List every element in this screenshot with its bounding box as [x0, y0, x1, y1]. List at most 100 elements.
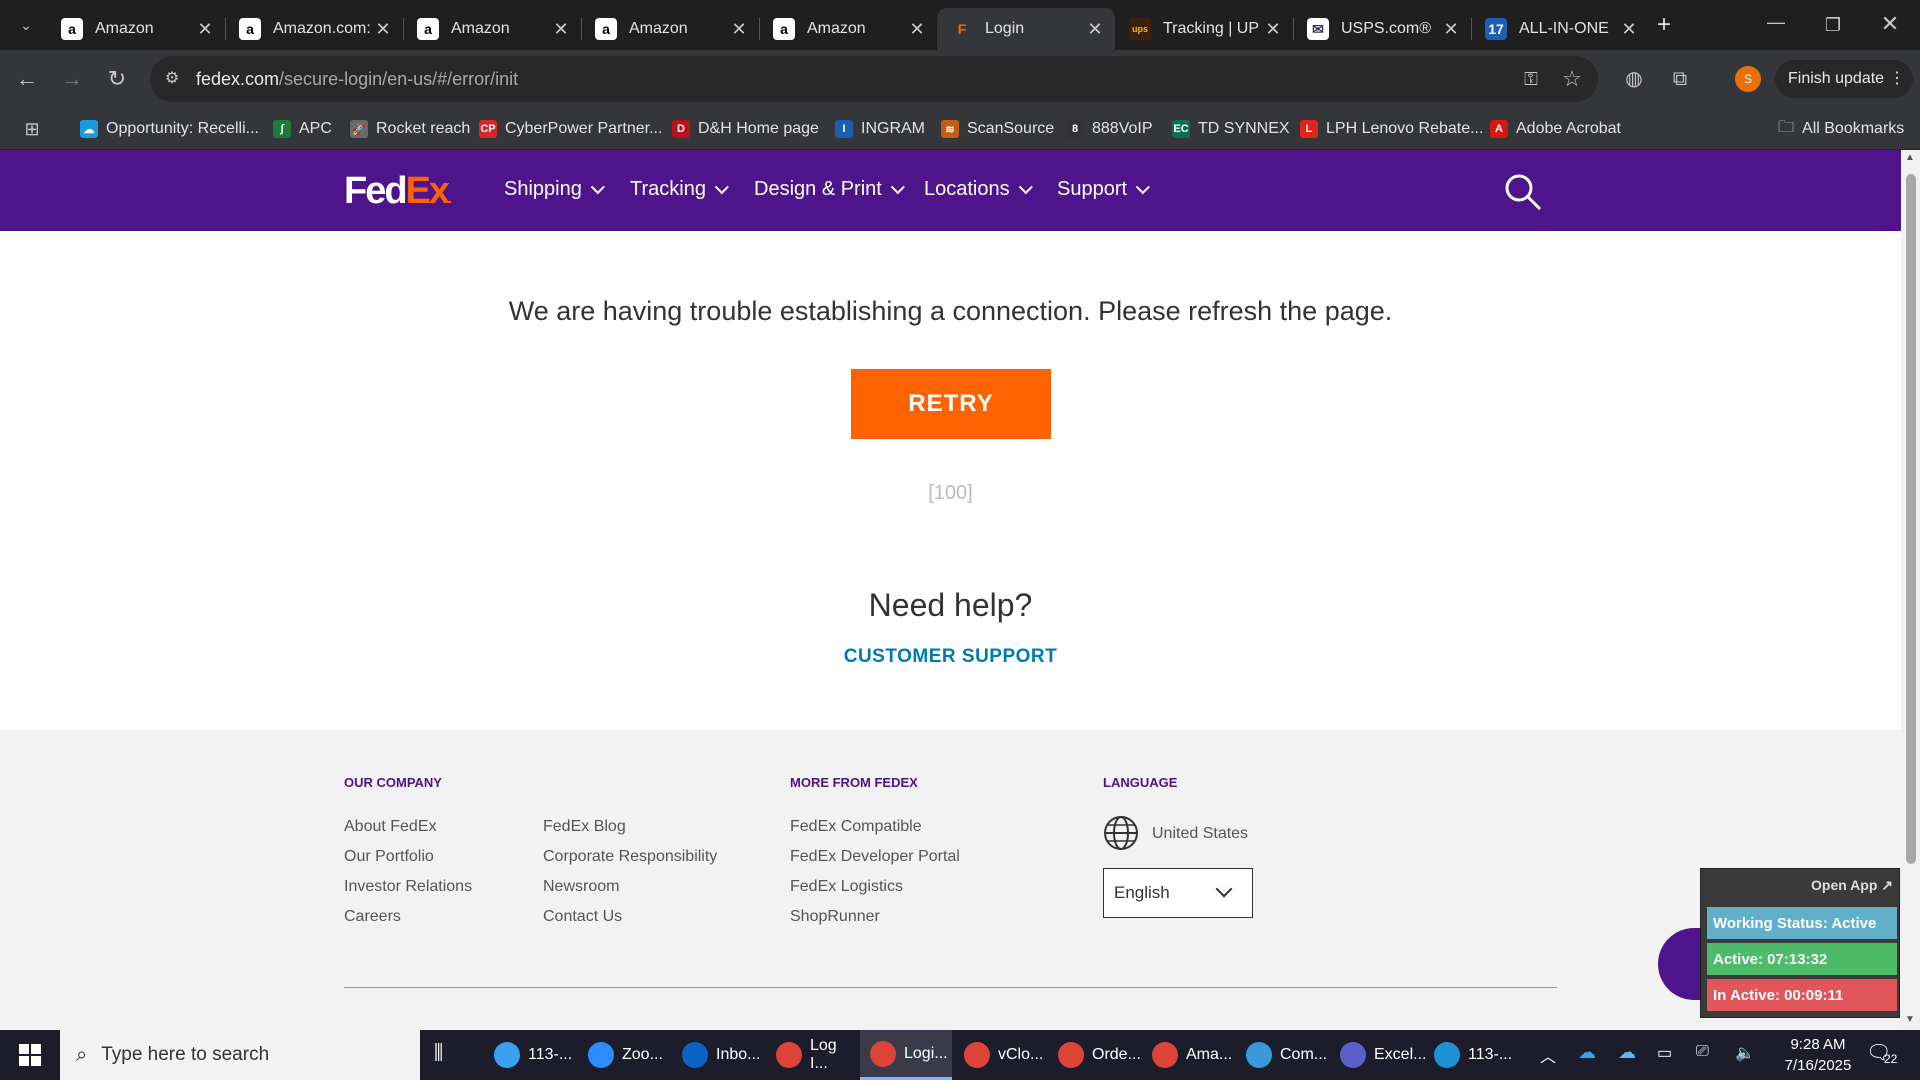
- start-button[interactable]: [0, 1030, 60, 1080]
- taskbar-app[interactable]: Com...: [1236, 1030, 1328, 1080]
- bookmark-star-icon[interactable]: ☆: [1556, 63, 1588, 95]
- bookmark-item[interactable]: D D&H Home page: [672, 117, 819, 141]
- site-info-icon[interactable]: ⚙: [156, 63, 188, 95]
- volume-icon[interactable]: 🔈: [1735, 1043, 1755, 1063]
- footer-link[interactable]: Careers: [344, 908, 401, 926]
- tab-close-icon[interactable]: ✕: [1619, 19, 1639, 40]
- taskbar-app[interactable]: Excel...: [1330, 1030, 1426, 1080]
- bookmark-item[interactable]: ∫ APC: [273, 117, 332, 141]
- footer-link[interactable]: Our Portfolio: [344, 848, 434, 866]
- tab-close-icon[interactable]: ✕: [373, 19, 393, 40]
- taskbar-app[interactable]: vClo...: [954, 1030, 1046, 1080]
- search-icon[interactable]: [1503, 172, 1542, 211]
- bookmark-item[interactable]: A Adobe Acrobat: [1490, 117, 1621, 141]
- bookmark-item[interactable]: 🚀 Rocket reach: [350, 117, 470, 141]
- scroll-up-icon[interactable]: ▲: [1905, 152, 1915, 163]
- nav-tracking[interactable]: Tracking: [630, 178, 729, 201]
- footer-link[interactable]: Newsroom: [543, 878, 619, 896]
- bookmark-item[interactable]: L LPH Lenovo Rebate...: [1300, 117, 1483, 141]
- all-bookmarks[interactable]: 🗀 All Bookmarks: [1778, 117, 1904, 141]
- open-app-link[interactable]: Open App ↗: [1811, 877, 1893, 894]
- scroll-thumb[interactable]: [1906, 174, 1916, 864]
- tab-7[interactable]: ups Tracking | UP ✕: [1115, 8, 1293, 50]
- tab-close-icon[interactable]: ✕: [551, 19, 571, 40]
- taskbar-app[interactable]: Orde...: [1048, 1030, 1141, 1080]
- forward-icon[interactable]: →: [56, 63, 88, 95]
- bookmark-item[interactable]: CP CyberPower Partner...: [479, 117, 662, 141]
- apps-grid-icon[interactable]: ⊞: [16, 113, 48, 145]
- password-key-icon[interactable]: ⚿: [1515, 63, 1547, 95]
- battery-icon[interactable]: ▭: [1657, 1043, 1672, 1063]
- tab-8[interactable]: ✉ USPS.com® ✕: [1293, 8, 1471, 50]
- tab-9[interactable]: 17 ALL-IN-ONE ✕: [1471, 8, 1649, 50]
- extensions-icon[interactable]: ⧉: [1664, 63, 1696, 95]
- reload-icon[interactable]: ↻: [101, 63, 133, 95]
- tab-close-icon[interactable]: ✕: [1263, 19, 1283, 40]
- tab-4[interactable]: a Amazon ✕: [581, 8, 759, 50]
- clock[interactable]: 9:28 AM 7/16/2025: [1768, 1034, 1868, 1076]
- tab-close-icon[interactable]: ✕: [1441, 19, 1461, 40]
- new-tab-icon[interactable]: +: [1648, 9, 1680, 41]
- tab-6[interactable]: F Login ✕: [937, 8, 1115, 50]
- footer-link[interactable]: Investor Relations: [344, 878, 472, 896]
- notification-center[interactable]: 🗨 22: [1866, 1040, 1902, 1070]
- our-company-heading: OUR COMPANY: [344, 775, 442, 790]
- back-icon[interactable]: ←: [11, 63, 43, 95]
- fedex-logo[interactable]: FedEx.: [344, 170, 452, 213]
- address-bar[interactable]: ⚙ fedex.com/secure-login/en-us/#/error/i…: [150, 56, 1598, 102]
- page-scrollbar[interactable]: ▲ ▼: [1901, 150, 1920, 1030]
- taskbar-app[interactable]: Inbo...: [672, 1030, 764, 1080]
- nav-locations[interactable]: Locations: [924, 178, 1033, 201]
- footer-link[interactable]: About FedEx: [344, 818, 437, 836]
- tab-search-icon[interactable]: ⌄: [10, 9, 42, 41]
- bookmark-item[interactable]: 8 888VoIP: [1066, 117, 1153, 141]
- taskbar-app[interactable]: Zoo...: [578, 1030, 670, 1080]
- minimize-icon[interactable]: —: [1760, 6, 1792, 38]
- taskbar-app[interactable]: Ama...: [1142, 1030, 1234, 1080]
- country-label[interactable]: United States: [1152, 825, 1248, 843]
- taskbar-app[interactable]: 113-...: [484, 1030, 576, 1080]
- customer-support-link[interactable]: CUSTOMER SUPPORT: [0, 646, 1901, 668]
- scroll-down-icon[interactable]: ▼: [1905, 1014, 1915, 1025]
- tab-close-icon[interactable]: ✕: [907, 19, 927, 40]
- bookmark-item[interactable]: ☁ Opportunity: Recelli...: [80, 117, 259, 141]
- profile-avatar[interactable]: S: [1735, 66, 1761, 92]
- bookmark-item[interactable]: EC TD SYNNEX: [1172, 117, 1290, 141]
- globe-icon: [1103, 815, 1139, 856]
- nav-shipping[interactable]: Shipping: [504, 178, 605, 201]
- close-window-icon[interactable]: ✕: [1874, 8, 1906, 40]
- network-icon[interactable]: ⎚: [1696, 1043, 1709, 1061]
- url-text[interactable]: fedex.com/secure-login/en-us/#/error/ini…: [196, 69, 518, 90]
- footer-link[interactable]: Contact Us: [543, 908, 622, 926]
- translate-globe-icon[interactable]: ◍: [1618, 63, 1650, 95]
- finish-update-button[interactable]: Finish update ⋮: [1775, 60, 1913, 98]
- tab-1[interactable]: a Amazon ✕: [47, 8, 225, 50]
- tab-3[interactable]: a Amazon ✕: [403, 8, 581, 50]
- taskbar-app[interactable]: Log I...: [766, 1030, 858, 1080]
- nav-support[interactable]: Support: [1057, 178, 1150, 201]
- footer-link[interactable]: Corporate Responsibility: [543, 848, 717, 866]
- bookmark-item[interactable]: I INGRAM: [835, 117, 925, 141]
- taskbar-app[interactable]: Logi...: [860, 1030, 952, 1080]
- footer-link[interactable]: FedEx Logistics: [790, 878, 903, 896]
- tab-close-icon[interactable]: ✕: [1085, 19, 1105, 40]
- footer-link[interactable]: FedEx Compatible: [790, 818, 922, 836]
- tab-5[interactable]: a Amazon ✕: [759, 8, 937, 50]
- restore-icon[interactable]: ❐: [1817, 9, 1849, 41]
- footer-link[interactable]: ShopRunner: [790, 908, 880, 926]
- nav-design-print[interactable]: Design & Print: [754, 178, 905, 201]
- tray-overflow-icon[interactable]: ︿: [1540, 1043, 1556, 1067]
- bookmark-item[interactable]: ≋ ScanSource: [941, 117, 1054, 141]
- retry-button[interactable]: RETRY: [851, 369, 1051, 439]
- tab-2[interactable]: a Amazon.com: ✕: [225, 8, 403, 50]
- tab-close-icon[interactable]: ✕: [729, 19, 749, 40]
- onedrive-icon[interactable]: ☁: [1578, 1042, 1596, 1063]
- language-select[interactable]: English: [1103, 868, 1253, 918]
- taskbar-app[interactable]: 113-...: [1424, 1030, 1516, 1080]
- onedrive-business-icon[interactable]: ☁: [1618, 1042, 1636, 1063]
- tab-close-icon[interactable]: ✕: [195, 19, 215, 40]
- task-view-icon[interactable]: ⫼: [434, 1042, 443, 1065]
- footer-link[interactable]: FedEx Developer Portal: [790, 848, 960, 866]
- footer-link[interactable]: FedEx Blog: [543, 818, 626, 836]
- taskbar-search[interactable]: ⌕ Type here to search: [60, 1030, 420, 1080]
